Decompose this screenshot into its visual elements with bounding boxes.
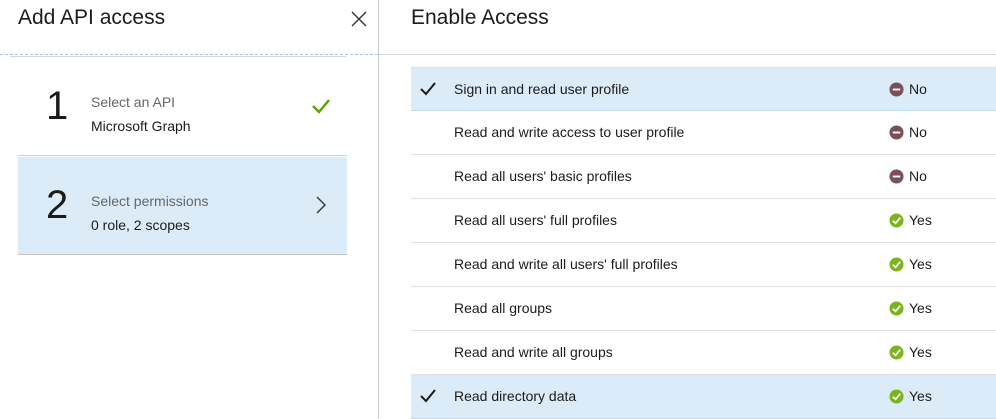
status-text: Yes	[909, 256, 932, 272]
step-select-api[interactable]: 1 Select an API Microsoft Graph	[18, 58, 347, 156]
permission-label: Read and write all groups	[454, 344, 613, 360]
yes-check-circle-icon	[889, 213, 904, 228]
status-text: No	[909, 124, 927, 140]
permission-label: Read all users' full profiles	[454, 212, 617, 228]
status-text: Yes	[909, 388, 932, 404]
step-title: Select an API	[91, 94, 176, 110]
status-text: No	[909, 168, 927, 184]
permission-row[interactable]: Read all groups Yes	[411, 287, 996, 331]
blade-title: Enable Access	[411, 6, 549, 29]
permission-checkbox[interactable]	[419, 123, 437, 141]
permission-checkbox[interactable]	[419, 387, 437, 405]
admin-required-status: Yes	[889, 344, 932, 360]
permission-row[interactable]: Read all users' basic profiles No	[411, 155, 996, 199]
permission-label: Read and write all users' full profiles	[454, 256, 678, 272]
permission-checkbox[interactable]	[419, 80, 437, 98]
step-title: Select permissions	[91, 193, 209, 209]
status-text: Yes	[909, 300, 932, 316]
checkmark-icon	[312, 99, 330, 114]
blade-title: Add API access	[18, 6, 166, 29]
status-text: Yes	[909, 212, 932, 228]
permission-label: Sign in and read user profile	[454, 81, 630, 97]
chevron-right-icon	[316, 196, 326, 214]
permission-row[interactable]: Read directory data Yes	[411, 375, 996, 419]
permission-label: Read directory data	[454, 388, 577, 404]
close-icon	[351, 11, 367, 27]
admin-required-status: Yes	[889, 212, 932, 228]
permissions-list: Sign in and read user profile No Read and …	[411, 67, 996, 419]
header-divider	[379, 54, 996, 55]
permission-label: Read all users' basic profiles	[454, 168, 632, 184]
permission-checkbox[interactable]	[419, 343, 437, 361]
permission-checkbox[interactable]	[419, 255, 437, 273]
step-number: 2	[46, 183, 69, 227]
admin-required-status: No	[889, 81, 927, 97]
no-minus-circle-icon	[889, 125, 904, 140]
permission-row[interactable]: Sign in and read user profile No	[411, 67, 996, 111]
add-api-access-blade: Add API access 1 Select an API Microsoft…	[0, 0, 378, 419]
enable-access-blade: Enable Access Sign in and read user prof…	[379, 0, 996, 419]
permission-label: Read and write access to user profile	[454, 124, 685, 140]
permission-row[interactable]: Read and write access to user profile No	[411, 111, 996, 155]
close-button[interactable]	[348, 8, 370, 30]
permission-checkbox[interactable]	[419, 299, 437, 317]
admin-required-status: No	[889, 124, 927, 140]
header-divider-solid	[10, 56, 346, 57]
admin-required-status: No	[889, 168, 927, 184]
permission-checkbox[interactable]	[419, 167, 437, 185]
permission-checkbox[interactable]	[419, 211, 437, 229]
permission-row[interactable]: Read and write all groups Yes	[411, 331, 996, 375]
status-text: No	[909, 81, 927, 97]
admin-required-status: Yes	[889, 256, 932, 272]
step-select-permissions[interactable]: 2 Select permissions 0 role, 2 scopes	[18, 157, 347, 255]
yes-check-circle-icon	[889, 389, 904, 404]
no-minus-circle-icon	[889, 169, 904, 184]
step-subtitle: 0 role, 2 scopes	[91, 217, 190, 233]
status-text: Yes	[909, 344, 932, 360]
step-number: 1	[46, 84, 69, 128]
header-divider	[0, 54, 378, 55]
step-subtitle: Microsoft Graph	[91, 118, 191, 134]
admin-required-status: Yes	[889, 300, 932, 316]
permission-row[interactable]: Read all users' full profiles Yes	[411, 199, 996, 243]
admin-required-status: Yes	[889, 388, 932, 404]
permission-row[interactable]: Read and write all users' full profiles Y…	[411, 243, 996, 287]
yes-check-circle-icon	[889, 301, 904, 316]
permission-label: Read all groups	[454, 300, 553, 316]
no-minus-circle-icon	[889, 82, 904, 97]
yes-check-circle-icon	[889, 257, 904, 272]
yes-check-circle-icon	[889, 345, 904, 360]
